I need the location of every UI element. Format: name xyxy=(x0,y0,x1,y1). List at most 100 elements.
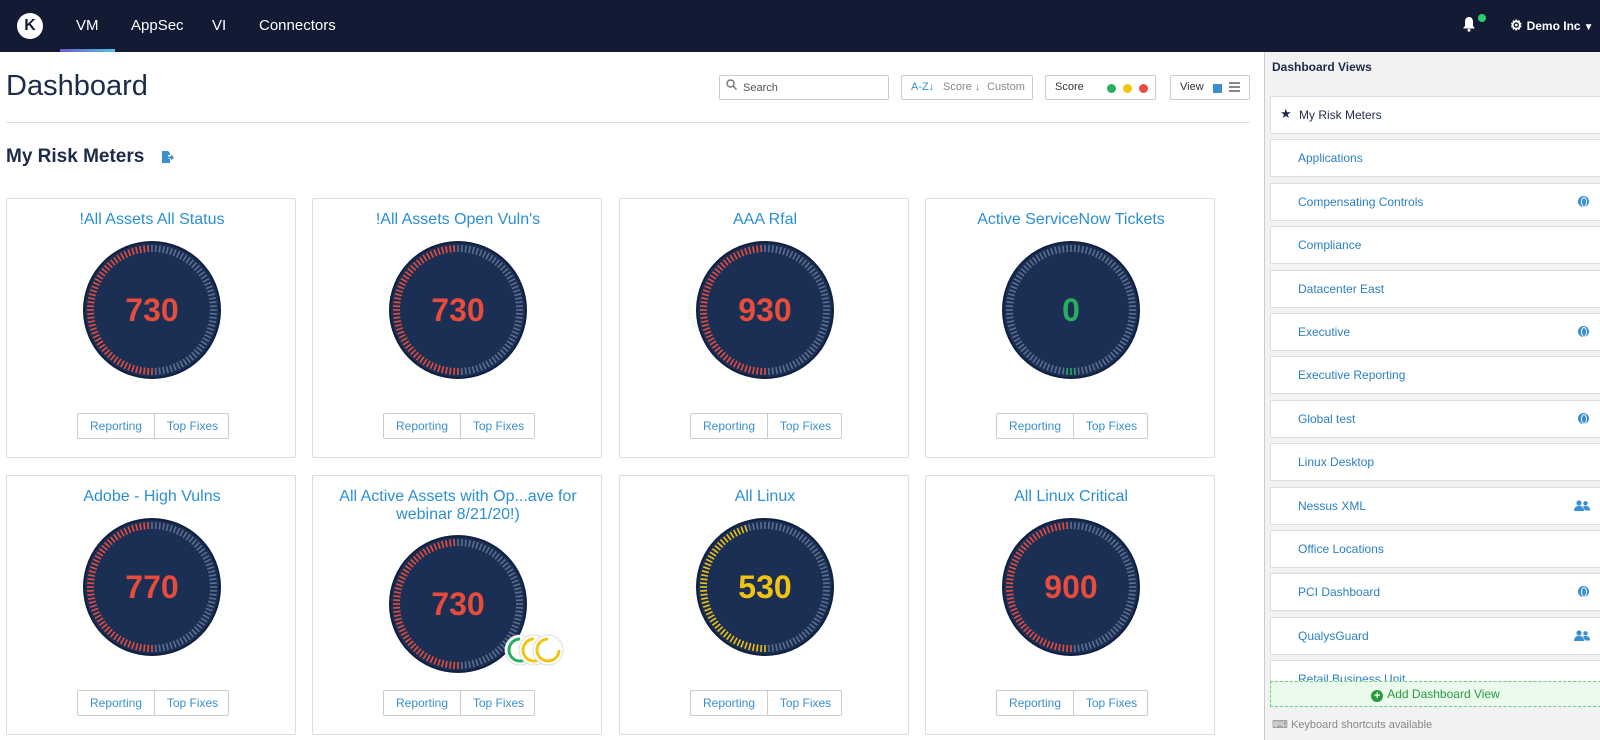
top-fixes-button[interactable]: Top Fixes xyxy=(155,691,230,715)
grid-view-icon[interactable] xyxy=(1213,84,1222,93)
sidebar-item[interactable]: ★ My Risk Meters xyxy=(1270,96,1600,134)
org-menu[interactable]: ⚙ Demo Inc ▼ xyxy=(1510,17,1593,34)
sidebar-item-label: Nessus XML xyxy=(1298,498,1367,513)
sidebar-item[interactable]: PCI Dashboard xyxy=(1270,573,1600,612)
users-icon xyxy=(1574,629,1590,641)
sort-custom-button[interactable]: Custom xyxy=(987,76,1025,99)
risk-meter-title[interactable]: !All Assets Open Vuln's xyxy=(313,211,603,229)
search-icon xyxy=(726,79,738,93)
risk-meter-score: 530 xyxy=(738,569,792,605)
risk-meter-score: 730 xyxy=(431,292,485,328)
sidebar-item[interactable]: Executive xyxy=(1270,313,1600,351)
nav-item-vm[interactable]: VM xyxy=(60,0,115,52)
sidebar-item[interactable]: QualysGuard xyxy=(1270,616,1600,655)
risk-meter-title[interactable]: All Linux Critical xyxy=(926,488,1216,506)
risk-meter-actions: Reporting Top Fixes xyxy=(77,413,229,439)
reporting-button[interactable]: Reporting xyxy=(78,691,155,715)
risk-meter-card[interactable]: Active ServiceNow Tickets 0 Reporting To… xyxy=(925,198,1215,458)
risk-meter-gauge[interactable]: 0 xyxy=(1001,240,1141,380)
notification-dot xyxy=(1478,14,1486,22)
risk-meter-card[interactable]: !All Assets Open Vuln's 730 Reporting To… xyxy=(312,198,602,458)
logo[interactable]: K xyxy=(17,13,43,39)
sidebar-item[interactable]: Compliance xyxy=(1270,226,1600,265)
sidebar-item[interactable]: Datacenter East xyxy=(1270,269,1600,308)
reporting-button[interactable]: Reporting xyxy=(997,691,1074,715)
bell-icon[interactable] xyxy=(1462,16,1478,34)
sidebar-item-label: Compensating Controls xyxy=(1298,194,1424,209)
dashboard-views-sidebar: Dashboard Views ★ My Risk Meters Applicati… xyxy=(1264,52,1600,740)
nav-item-appsec[interactable]: AppSec xyxy=(115,0,200,52)
sidebar-item[interactable]: Linux Desktop xyxy=(1270,443,1600,482)
globe-icon xyxy=(1578,412,1589,424)
search-box[interactable] xyxy=(719,75,889,100)
top-fixes-button[interactable]: Top Fixes xyxy=(768,691,843,715)
risk-meter-title[interactable]: Active ServiceNow Tickets xyxy=(926,211,1216,229)
risk-meter-gauge[interactable]: 900 xyxy=(1001,517,1141,657)
score-low-toggle[interactable] xyxy=(1107,84,1116,93)
add-dashboard-view-button[interactable]: + Add Dashboard View xyxy=(1270,681,1600,707)
reporting-button[interactable]: Reporting xyxy=(691,414,768,438)
sort-az-button[interactable]: A-Z↓ xyxy=(911,76,934,99)
reporting-button[interactable]: Reporting xyxy=(384,414,461,438)
risk-meter-title[interactable]: Adobe - High Vulns xyxy=(7,488,297,506)
score-high-toggle[interactable] xyxy=(1139,84,1148,93)
sidebar-item[interactable]: Global test xyxy=(1270,399,1600,438)
risk-meter-card[interactable]: All Linux Critical 900 Reporting Top Fix… xyxy=(925,475,1215,735)
risk-meter-gauge[interactable]: 730 xyxy=(388,240,528,380)
sidebar-item-label: Compliance xyxy=(1298,238,1362,253)
top-fixes-button[interactable]: Top Fixes xyxy=(1074,414,1149,438)
risk-meter-score: 900 xyxy=(1044,569,1098,605)
chevron-down-icon: ▼ xyxy=(1583,22,1594,33)
reporting-button[interactable]: Reporting xyxy=(78,414,155,438)
keyboard-shortcuts-hint[interactable]: ⌨ Keyboard shortcuts available xyxy=(1272,718,1432,731)
sidebar-item-label: Executive Reporting xyxy=(1298,368,1406,383)
sidebar-item-label: QualysGuard xyxy=(1298,628,1369,643)
risk-meter-card[interactable]: !All Assets All Status 730 Reporting Top… xyxy=(6,198,296,458)
top-fixes-button[interactable]: Top Fixes xyxy=(1074,691,1149,715)
risk-meter-gauge[interactable]: 930 xyxy=(695,240,835,380)
risk-meter-card[interactable]: Adobe - High Vulns 770 Reporting Top Fix… xyxy=(6,475,296,735)
risk-meter-gauge[interactable]: 770 xyxy=(82,517,222,657)
view-label: View xyxy=(1180,81,1204,93)
nav-item-connectors[interactable]: Connectors xyxy=(243,0,352,52)
risk-meter-card[interactable]: All Active Assets with Op...ave for webi… xyxy=(312,475,602,735)
plus-icon: + xyxy=(1371,690,1384,702)
score-medium-toggle[interactable] xyxy=(1123,84,1132,93)
header-divider xyxy=(6,122,1250,123)
risk-meter-title[interactable]: !All Assets All Status xyxy=(7,211,297,229)
top-fixes-button[interactable]: Top Fixes xyxy=(461,691,536,715)
top-fixes-button[interactable]: Top Fixes xyxy=(768,414,843,438)
risk-meter-score: 0 xyxy=(1062,292,1080,328)
sort-controls: A-Z↓ Score ↓ Custom xyxy=(901,75,1033,100)
risk-meter-title[interactable]: All Active Assets with Op...ave for webi… xyxy=(313,488,603,524)
view-toggle: View xyxy=(1170,75,1250,100)
sidebar-item-label: Global test xyxy=(1298,411,1356,426)
reporting-button[interactable]: Reporting xyxy=(997,414,1074,438)
sort-score-button[interactable]: Score ↓ xyxy=(943,76,980,99)
search-input[interactable] xyxy=(743,79,883,96)
risk-meter-card[interactable]: All Linux 530 Reporting Top Fixes xyxy=(619,475,909,735)
risk-meter-title[interactable]: All Linux xyxy=(620,488,910,506)
reporting-button[interactable]: Reporting xyxy=(384,691,461,715)
sidebar-item[interactable]: Applications xyxy=(1270,139,1600,178)
nav-item-vi[interactable]: VI xyxy=(196,0,242,52)
sidebar-item[interactable]: Office Locations xyxy=(1270,530,1600,568)
risk-meter-actions: Reporting Top Fixes xyxy=(690,690,842,716)
list-view-icon[interactable] xyxy=(1229,82,1240,93)
star-icon: ★ xyxy=(1280,106,1292,121)
risk-meter-score: 770 xyxy=(125,569,179,605)
export-icon[interactable] xyxy=(161,150,174,164)
top-fixes-button[interactable]: Top Fixes xyxy=(155,414,230,438)
risk-meter-history-icons[interactable] xyxy=(503,633,564,667)
top-fixes-button[interactable]: Top Fixes xyxy=(461,414,536,438)
risk-meter-gauge[interactable]: 730 xyxy=(82,240,222,380)
risk-meter-gauge[interactable]: 530 xyxy=(695,517,835,657)
sidebar-item[interactable]: Nessus XML xyxy=(1270,486,1600,525)
sidebar-item[interactable]: Compensating Controls xyxy=(1270,182,1600,221)
risk-meter-title[interactable]: AAA Rfal xyxy=(620,211,910,229)
section-title: My Risk Meters xyxy=(6,146,145,167)
risk-meter-card[interactable]: AAA Rfal 930 Reporting Top Fixes xyxy=(619,198,909,458)
reporting-button[interactable]: Reporting xyxy=(691,691,768,715)
sidebar-item[interactable]: Executive Reporting xyxy=(1270,356,1600,395)
add-dashboard-view-label: Add Dashboard View xyxy=(1387,687,1500,701)
